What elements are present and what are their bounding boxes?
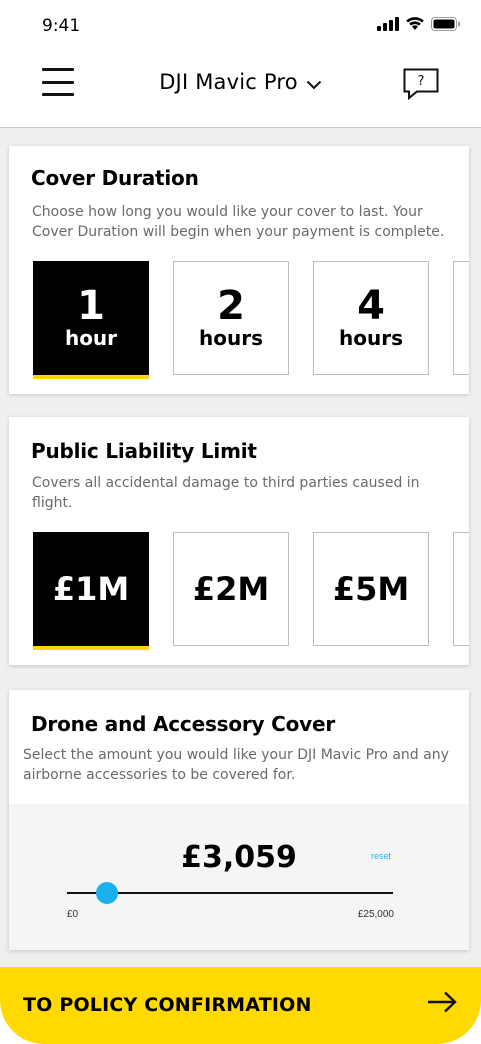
liability-option-5m[interactable]: £5M <box>313 532 429 646</box>
liability-option-next[interactable] <box>453 532 469 646</box>
duration-option-number: 1 <box>77 283 105 329</box>
liability-option-label: £5M <box>332 570 410 608</box>
cover-duration-description: Choose how long you would like your cove… <box>32 204 445 240</box>
status-time: 9:41 <box>42 16 81 36</box>
liability-options: £1M £2M £5M <box>33 532 469 650</box>
wifi-icon <box>406 17 424 30</box>
liability-option-label: £2M <box>192 570 270 608</box>
slider-max-label: £25,000 <box>357 909 394 920</box>
svg-text:?: ? <box>418 74 425 89</box>
duration-option-unit: hours <box>339 326 403 350</box>
cover-duration-card: Cover Duration Choose how long you would… <box>9 146 469 394</box>
chevron-down-icon <box>306 71 322 95</box>
duration-option-1-hour[interactable]: 1 hour <box>33 261 149 379</box>
public-liability-title: Public Liability Limit <box>31 439 257 463</box>
duration-option-4-hours[interactable]: 4 hours <box>313 261 429 375</box>
nav-bar: DJI Mavic Pro ? <box>0 52 481 128</box>
duration-option-2-hours[interactable]: 2 hours <box>173 261 289 375</box>
reset-link[interactable]: reset <box>371 851 391 861</box>
status-bar: 9:41 <box>0 0 481 52</box>
nav-title: DJI Mavic Pro <box>159 70 298 94</box>
slider-thumb[interactable] <box>95 882 118 904</box>
cta-label: TO POLICY CONFIRMATION <box>23 994 312 1016</box>
liability-option-2m[interactable]: £2M <box>173 532 289 646</box>
public-liability-description: Covers all accidental damage to third pa… <box>32 475 420 511</box>
cover-amount-panel: £3,059 reset £0 £25,000 <box>9 804 469 950</box>
cover-amount-value: £3,059 <box>181 840 297 875</box>
duration-options: 1 hour 2 hours 4 hours <box>33 261 469 379</box>
duration-option-number: 4 <box>357 283 385 329</box>
liability-option-label: £1M <box>52 570 130 608</box>
status-icons <box>377 16 461 31</box>
liability-option-1m[interactable]: £1M <box>33 532 149 650</box>
signal-icon <box>377 16 399 31</box>
drone-cover-title: Drone and Accessory Cover <box>31 712 336 736</box>
drone-cover-card: Drone and Accessory Cover Select the amo… <box>9 690 469 950</box>
battery-icon <box>431 16 460 31</box>
drone-cover-description: Select the amount you would like your DJ… <box>23 747 449 783</box>
duration-option-next[interactable] <box>453 261 469 375</box>
slider-min-label: £0 <box>67 909 79 920</box>
cover-duration-title: Cover Duration <box>31 166 199 190</box>
duration-option-number: 2 <box>217 283 245 329</box>
public-liability-card: Public Liability Limit Covers all accide… <box>9 417 469 665</box>
arrow-right-icon <box>427 991 457 1018</box>
policy-confirmation-button[interactable]: TO POLICY CONFIRMATION <box>0 967 481 1044</box>
duration-option-unit: hour <box>64 326 118 350</box>
duration-option-unit: hours <box>199 326 263 350</box>
help-chat-icon[interactable]: ? <box>403 68 439 105</box>
